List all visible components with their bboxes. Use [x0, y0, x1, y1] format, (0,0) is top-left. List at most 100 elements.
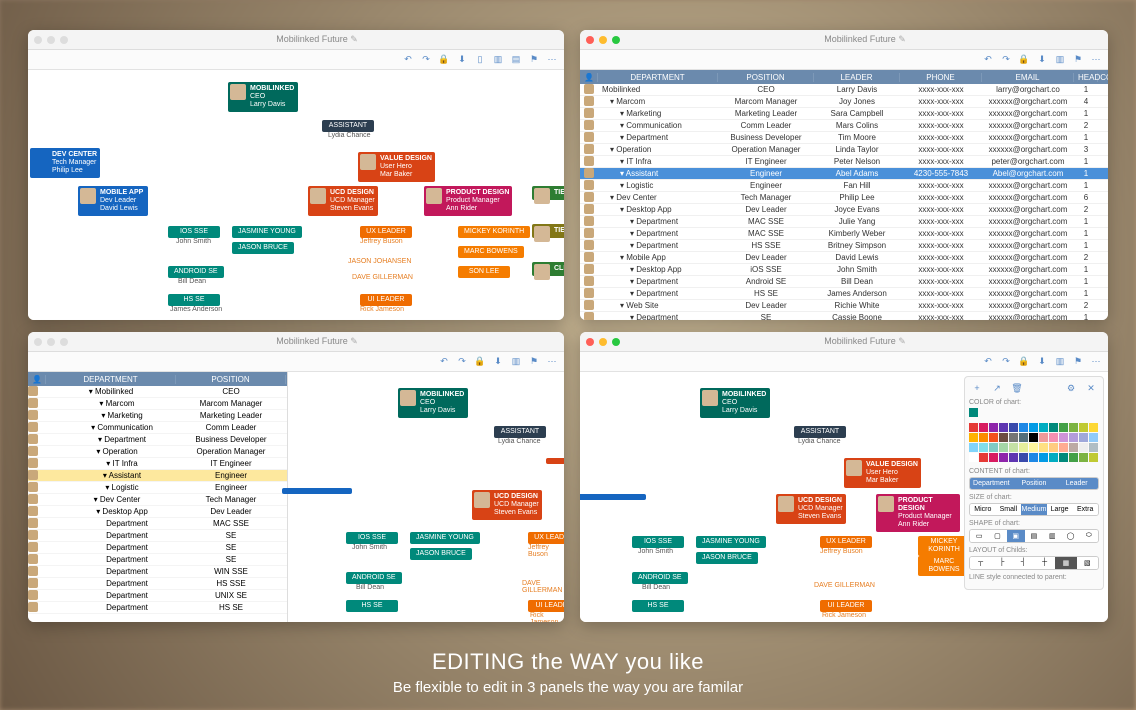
color-swatch[interactable]	[969, 433, 978, 442]
flag-button[interactable]: ⚑	[526, 355, 542, 369]
color-swatch[interactable]	[1059, 423, 1068, 432]
node-ux[interactable]: UX LEADER	[360, 226, 412, 238]
table-row[interactable]: ▾ Mobile AppDev LeaderDavid Lewisxxxx-xx…	[580, 252, 1108, 264]
color-swatch[interactable]	[1069, 423, 1078, 432]
color-swatch[interactable]	[1059, 433, 1068, 442]
color-swatch[interactable]	[1019, 443, 1028, 452]
color-swatch[interactable]	[979, 433, 988, 442]
color-swatch[interactable]	[1059, 443, 1068, 452]
color-swatch[interactable]	[1079, 443, 1088, 452]
node-ui[interactable]: UI LEADER	[820, 600, 872, 612]
node-tier1[interactable]: TIER 1	[532, 186, 564, 200]
color-swatch[interactable]	[1029, 433, 1038, 442]
color-swatch[interactable]	[989, 453, 998, 462]
layout-opt[interactable]: ▦	[1055, 557, 1076, 569]
redo-button[interactable]: ↷	[998, 53, 1014, 67]
color-swatch[interactable]	[1079, 433, 1088, 442]
download-button[interactable]: ⬇	[1034, 355, 1050, 369]
orgchart-canvas[interactable]: MOBILINKEDCEOLarry Davis ASSISTANT Lydia…	[580, 372, 960, 622]
layout-1-button[interactable]: ▯	[472, 53, 488, 67]
table-row[interactable]: ▾ LogisticEngineerFan Hillxxxx-xxx-xxxxx…	[580, 180, 1108, 192]
tree-row[interactable]: ▾ MobilinkedCEO	[28, 386, 287, 398]
tree-row[interactable]: DepartmentMAC SSE	[28, 518, 287, 530]
shape-opt[interactable]: ▣	[1007, 530, 1025, 542]
table-row[interactable]: ▾ MarketingMarketing LeaderSara Campbell…	[580, 108, 1108, 120]
tree-row[interactable]: ▾ DepartmentBusiness Developer	[28, 434, 287, 446]
color-swatch[interactable]	[999, 433, 1008, 442]
flag-button[interactable]: ⚑	[1070, 355, 1086, 369]
color-swatch[interactable]	[1019, 453, 1028, 462]
color-swatch[interactable]	[1039, 453, 1048, 462]
lock-button[interactable]: 🔒	[472, 355, 488, 369]
color-swatch[interactable]	[979, 443, 988, 452]
flag-button[interactable]: ⚑	[1070, 53, 1086, 67]
shape-segmented[interactable]: ▭▢▣▤▥◯⬭	[969, 529, 1099, 543]
node-jasmine[interactable]: JASMINE YOUNG	[232, 226, 302, 238]
col-email[interactable]: EMAIL	[982, 73, 1074, 82]
layout-opt[interactable]: ▧	[1077, 557, 1098, 569]
node-mickey[interactable]: MICKEY KORINTH	[918, 536, 970, 556]
color-swatch[interactable]	[1009, 423, 1018, 432]
content-segmented[interactable]: Department Position Leader	[969, 477, 1099, 490]
insp-link-icon[interactable]: ↗	[989, 381, 1005, 395]
color-swatch[interactable]	[1059, 453, 1068, 462]
color-swatch[interactable]	[1039, 433, 1048, 442]
node-product[interactable]: PRODUCT DESIGNProduct ManagerAnn Rider	[876, 494, 960, 532]
tree-row[interactable]: DepartmentHS SSE	[28, 578, 287, 590]
seg-department[interactable]: Department	[970, 478, 1013, 489]
node-jason[interactable]: JASON BRUCE	[232, 242, 294, 254]
insp-close-icon[interactable]: ✕	[1083, 381, 1099, 395]
table-row[interactable]: ▾ Dev CenterTech ManagerPhilip Leexxxx-x…	[580, 192, 1108, 204]
shape-opt[interactable]: ▤	[1025, 530, 1043, 542]
color-swatch[interactable]	[1019, 433, 1028, 442]
node-assistant[interactable]: ASSISTANT	[794, 426, 846, 438]
shape-opt[interactable]: ▢	[988, 530, 1006, 542]
color-swatch[interactable]	[1079, 423, 1088, 432]
node-ios[interactable]: IOS SSE	[632, 536, 684, 548]
node-mobileapp[interactable]: MOBILE APPDev LeaderDavid Lewis	[78, 186, 148, 216]
node-root[interactable]: MOBILINKEDCEOLarry Davis	[700, 388, 770, 418]
orgchart-canvas[interactable]: MOBILINKEDCEOLarry Davis ASSISTANT Lydia…	[28, 70, 564, 320]
download-button[interactable]: ⬇	[1034, 53, 1050, 67]
table-row[interactable]: ▾ Web SiteDev LeaderRichie Whitexxxx-xxx…	[580, 300, 1108, 312]
table-row[interactable]: ▾ Desktop AppDev LeaderJoyce Evansxxxx-x…	[580, 204, 1108, 216]
seg-medium[interactable]: Medium	[1021, 504, 1047, 515]
seg-micro[interactable]: Micro	[970, 504, 996, 515]
color-swatch[interactable]	[1089, 433, 1098, 442]
node-ucd[interactable]: UCD DESIGNUCD ManagerSteven Evans	[472, 490, 542, 520]
tree-row[interactable]: ▾ IT InfraIT Engineer	[28, 458, 287, 470]
col-pos[interactable]: POSITION	[718, 73, 814, 82]
node-product[interactable]: PRODUCT DESIGNProduct ManagerAnn Rider	[424, 186, 512, 216]
node-ux[interactable]: UX LEADER	[820, 536, 872, 548]
color-swatch[interactable]	[1009, 453, 1018, 462]
col-dept[interactable]: DEPARTMENT	[598, 73, 718, 82]
tree-row[interactable]: ▾ CommunicationComm Leader	[28, 422, 287, 434]
node-jasmine[interactable]: JASMINE YOUNG	[696, 536, 766, 548]
node-tier2[interactable]: TIER 2	[532, 224, 564, 238]
col-phone[interactable]: PHONE	[900, 73, 982, 82]
node-android[interactable]: ANDROID SE	[346, 572, 402, 584]
color-swatch[interactable]	[1029, 423, 1038, 432]
tree-row[interactable]: ▾ LogisticEngineer	[28, 482, 287, 494]
color-swatch[interactable]	[969, 453, 978, 462]
col-dept[interactable]: DEPARTMENT	[46, 375, 176, 384]
color-swatch[interactable]	[1049, 443, 1058, 452]
undo-button[interactable]: ↶	[980, 355, 996, 369]
color-swatch[interactable]	[1089, 453, 1098, 462]
layout-opt[interactable]: ├	[991, 557, 1012, 569]
node-mobileapp[interactable]	[580, 494, 646, 500]
color-swatch[interactable]	[1049, 423, 1058, 432]
color-swatch[interactable]	[1069, 433, 1078, 442]
color-swatch[interactable]	[989, 423, 998, 432]
lock-button[interactable]: 🔒	[1016, 355, 1032, 369]
node-hs[interactable]: HS SE	[632, 600, 684, 612]
color-swatch[interactable]	[1079, 453, 1088, 462]
col-avatar[interactable]: 👤	[28, 375, 46, 384]
flag-button[interactable]: ⚑	[526, 53, 542, 67]
node-assistant[interactable]: ASSISTANT	[494, 426, 546, 438]
table-row[interactable]: ▾ DepartmentHS SEJames Andersonxxxx-xxx-…	[580, 288, 1108, 300]
undo-button[interactable]: ↶	[400, 53, 416, 67]
color-swatch[interactable]	[1089, 423, 1098, 432]
layout-opt[interactable]: ┼	[1034, 557, 1055, 569]
table-row[interactable]: ▾ AssistantEngineerAbel Adams4230-555-78…	[580, 168, 1108, 180]
